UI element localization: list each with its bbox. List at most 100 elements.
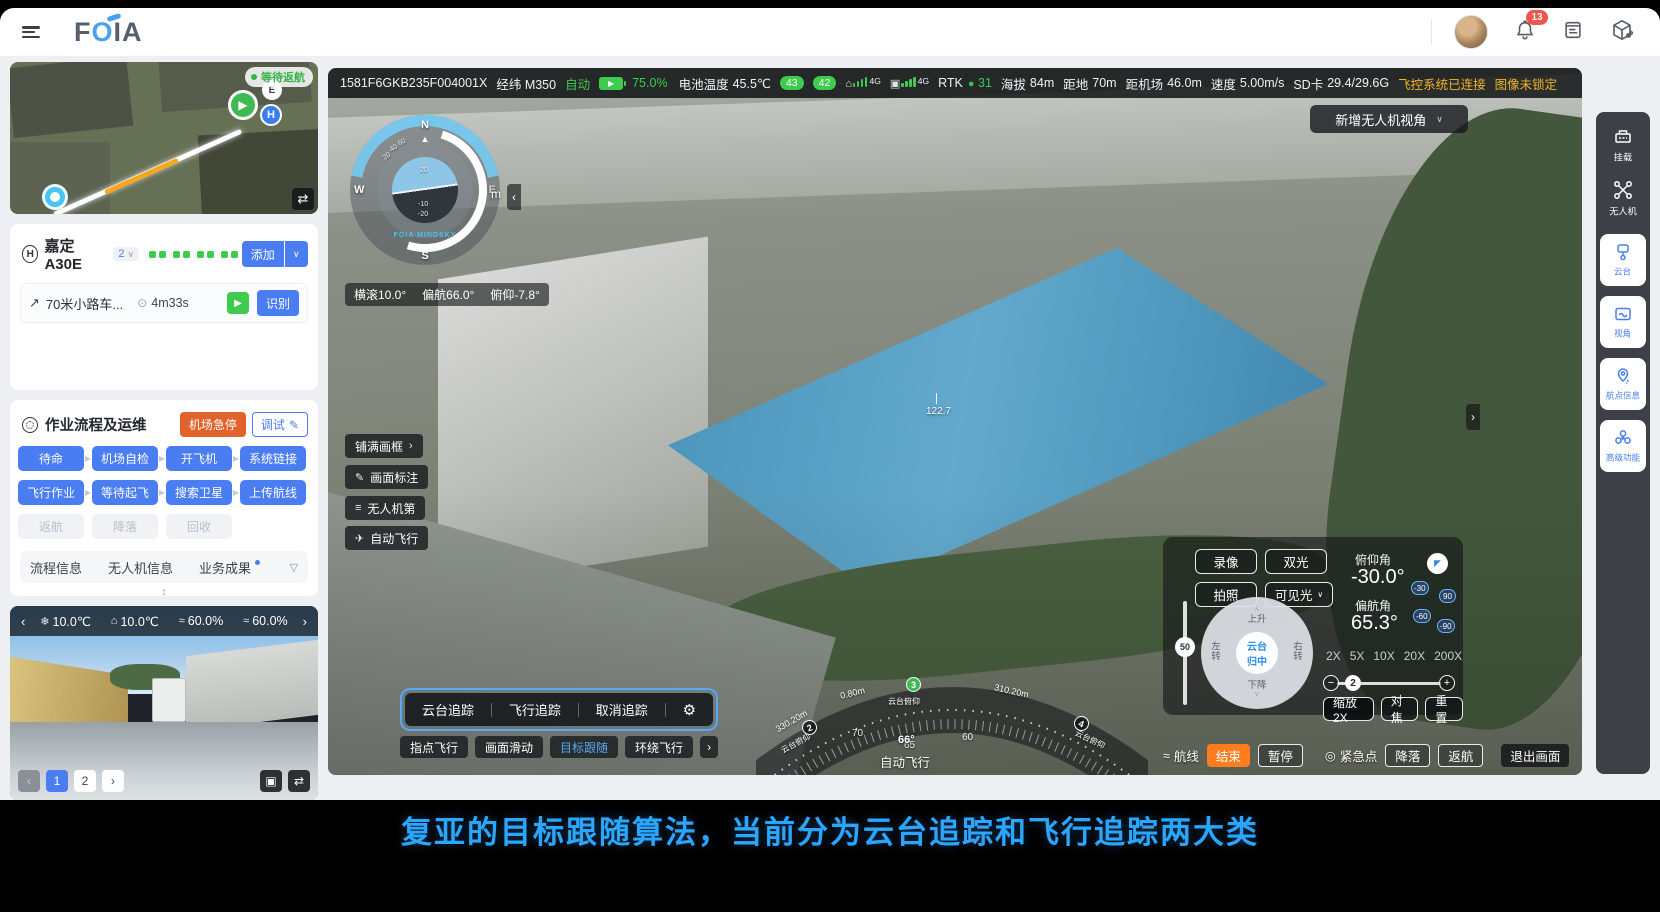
zoom-2x[interactable]: 2X xyxy=(1326,649,1341,663)
sort-icon[interactable]: ↕ xyxy=(10,586,318,598)
zoom-stepper-knob[interactable]: 2 xyxy=(1345,675,1361,691)
slider-knob[interactable]: 50 xyxy=(1175,637,1195,657)
prev-camera-icon[interactable]: ‹ xyxy=(18,614,28,629)
step-return-home[interactable]: 返航 xyxy=(18,514,84,539)
swap-view-icon[interactable]: ⇄ xyxy=(288,770,310,792)
tab-drone-info[interactable]: 无人机信息 xyxy=(108,558,173,577)
cancel-track-button[interactable]: 取消追踪 xyxy=(596,700,648,719)
sidebar-item-waypoint-info[interactable]: 航点信息 xyxy=(1600,358,1646,410)
page-prev-button[interactable]: ‹ xyxy=(18,770,40,792)
zoom-5x[interactable]: 5X xyxy=(1350,649,1365,663)
expand-sidebar-handle[interactable]: › xyxy=(1466,404,1480,430)
attitude-compass[interactable]: ▲ N S W E 20 40 60 20 -10 -20 FOIA MINDS… xyxy=(350,115,500,265)
document-icon[interactable] xyxy=(1562,19,1584,46)
step-search-satellite[interactable]: 搜索卫星 xyxy=(166,480,232,505)
exit-view-button[interactable]: 退出画面 xyxy=(1501,744,1569,767)
step-recover[interactable]: 回收 xyxy=(166,514,232,539)
task-play-button[interactable]: ▶ xyxy=(227,292,249,314)
focus-button[interactable]: 对焦 xyxy=(1381,697,1419,721)
drone-marker[interactable]: ▶ xyxy=(228,90,258,120)
return-home-button[interactable]: 返航 xyxy=(1438,744,1483,767)
pip-icon[interactable]: ▣ xyxy=(260,770,282,792)
next-camera-icon[interactable]: › xyxy=(300,614,310,629)
zoom-200x[interactable]: 200X xyxy=(1434,649,1462,663)
fit-frame-button[interactable]: 铺满画框› xyxy=(345,434,423,458)
step-upload-route[interactable]: 上传航线 xyxy=(240,480,306,505)
sidebar-item-drone[interactable]: 无人机 xyxy=(1600,180,1646,218)
dock-marker[interactable] xyxy=(42,184,68,210)
collapse-widget-handle[interactable]: ‹ xyxy=(507,184,521,210)
step-system-link[interactable]: 系统链接 xyxy=(240,446,306,471)
speed-slider[interactable]: 50 xyxy=(1175,601,1195,705)
pad-right-button[interactable]: 右转 xyxy=(1291,643,1305,664)
step-wait-takeoff[interactable]: 等待起飞 xyxy=(92,480,158,505)
step-land[interactable]: 降落 xyxy=(92,514,158,539)
zoom-plus-button[interactable]: + xyxy=(1439,675,1455,691)
zoom-apply-button[interactable]: 缩放 2X xyxy=(1323,697,1374,721)
dial-90[interactable]: 90 xyxy=(1439,589,1456,603)
sidebar-item-gimbal[interactable]: 云台 xyxy=(1600,234,1646,286)
drone-list-button[interactable]: ≡无人机第 xyxy=(345,496,425,520)
tab-business-results[interactable]: 业务成果 xyxy=(199,558,251,577)
dual-light-button[interactable]: 双光 xyxy=(1265,549,1327,574)
mode-more-button[interactable]: › xyxy=(700,736,718,758)
step-standby[interactable]: 待命 xyxy=(18,446,84,471)
minimap[interactable]: ▶ E H 等待返航 ⇄ xyxy=(10,62,318,214)
page-next-button[interactable]: › xyxy=(102,770,124,792)
step-power-on[interactable]: 开飞机 xyxy=(166,446,232,471)
filter-icon[interactable]: ▽ xyxy=(290,561,298,574)
step-selfcheck[interactable]: 机场自检 xyxy=(92,446,158,471)
emergency-stop-button[interactable]: 机场急停 xyxy=(180,412,246,437)
sidebar-item-view[interactable]: 视角 xyxy=(1600,296,1646,348)
avatar[interactable] xyxy=(1454,15,1488,49)
dial--30[interactable]: -30 xyxy=(1411,581,1429,595)
mode-target-follow[interactable]: 目标跟随 xyxy=(550,736,618,758)
dial--60[interactable]: -60 xyxy=(1413,609,1431,623)
rc-signal: ▣4G xyxy=(890,76,929,90)
land-button[interactable]: 降落 xyxy=(1385,744,1430,767)
flight-track-button[interactable]: 飞行追踪 xyxy=(509,700,561,719)
add-button[interactable]: 添加 xyxy=(242,241,283,267)
main-video-feed[interactable]: 1581F6GKB235F004001X 经纬 M350 自动 ▶ 75.0% … xyxy=(328,68,1582,775)
home-marker[interactable]: H xyxy=(260,104,282,126)
auto-flight-button[interactable]: ✈自动飞行 xyxy=(345,526,428,550)
reset-button[interactable]: 重置 xyxy=(1425,697,1463,721)
cube-icon[interactable] xyxy=(1610,18,1634,47)
mode-orbit[interactable]: 环绕飞行 xyxy=(625,736,693,758)
dial--90[interactable]: -90 xyxy=(1437,619,1455,633)
menu-icon[interactable] xyxy=(22,26,40,38)
zoom-minus-button[interactable]: − xyxy=(1323,675,1339,691)
gimbal-recenter-button[interactable]: 云台归中 xyxy=(1234,630,1280,676)
zoom-20x[interactable]: 20X xyxy=(1404,649,1425,663)
gimbal-track-button[interactable]: 云台追踪 xyxy=(422,700,474,719)
zoom-10x[interactable]: 10X xyxy=(1373,649,1394,663)
notification-bell-icon[interactable]: 13 xyxy=(1514,19,1536,46)
pad-left-button[interactable]: 左转 xyxy=(1209,643,1223,664)
gimbal-pitch-knob[interactable]: ◤ xyxy=(1427,553,1448,574)
pad-up-button[interactable]: ˄上升 xyxy=(1247,606,1266,625)
page-2-button[interactable]: 2 xyxy=(74,770,96,792)
end-mission-button[interactable]: 结束 xyxy=(1207,744,1250,767)
recognize-button[interactable]: 识别 xyxy=(257,290,299,316)
arc-marker-3[interactable]: 3 xyxy=(906,677,921,692)
mode-point-fly[interactable]: 指点飞行 xyxy=(400,736,468,758)
route-toggle[interactable]: ≈航线 xyxy=(1163,746,1199,765)
step-flight-job[interactable]: 飞行作业 xyxy=(18,480,84,505)
tab-process-info[interactable]: 流程信息 xyxy=(30,558,82,577)
emergency-point[interactable]: ◎紧急点 xyxy=(1325,746,1377,765)
pause-button[interactable]: 暂停 xyxy=(1258,744,1303,767)
add-dropdown-button[interactable]: ∨ xyxy=(285,241,308,267)
mode-screen-drag[interactable]: 画面滑动 xyxy=(475,736,543,758)
debug-button[interactable]: 调试✎ xyxy=(252,412,308,437)
annotate-button[interactable]: ✎画面标注 xyxy=(345,465,428,489)
sidebar-item-payload[interactable]: 挂载 xyxy=(1600,126,1646,164)
pad-down-button[interactable]: 下降˅ xyxy=(1247,681,1266,700)
record-button[interactable]: 录像 xyxy=(1195,549,1257,574)
sidebar-item-advanced[interactable]: 高级功能 xyxy=(1600,420,1646,472)
tracking-settings-icon[interactable]: ⚙ xyxy=(683,701,696,719)
add-drone-view-dropdown[interactable]: 新增无人机视角∨ xyxy=(1310,105,1468,133)
map-swap-icon[interactable]: ⇄ xyxy=(292,188,314,210)
task-row[interactable]: ↗ 70米小路车... ⊙ 4m33s ▶ 识别 xyxy=(20,283,308,323)
page-1-button[interactable]: 1 xyxy=(46,770,68,792)
device-count-dropdown[interactable]: 2∨ xyxy=(113,247,139,261)
